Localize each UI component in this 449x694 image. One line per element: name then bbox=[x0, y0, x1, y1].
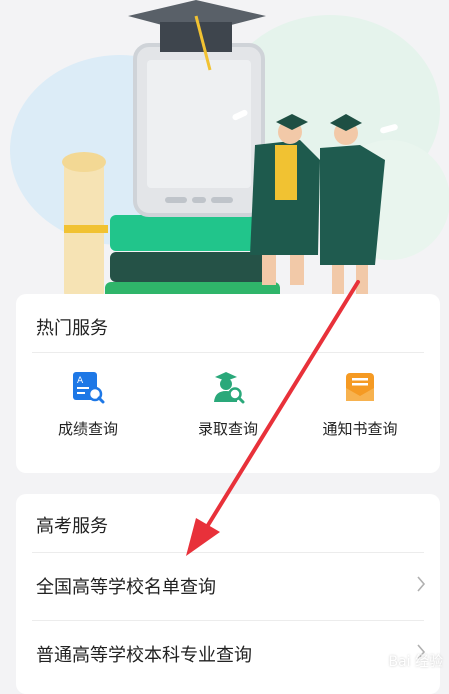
notice-letter-query-label: 通知书查询 bbox=[322, 420, 398, 438]
national-university-list-label: 全国高等学校名单查询 bbox=[36, 577, 216, 598]
admission-query-label: 录取查询 bbox=[197, 420, 258, 438]
undergraduate-major-label: 普通高等学校本科专业查询 bbox=[36, 645, 252, 666]
watermark: Bai 经验 bbox=[388, 654, 443, 670]
score-query-label: 成绩查询 bbox=[57, 420, 118, 438]
chevron-right-icon bbox=[417, 576, 426, 592]
admission-query-button[interactable]: 录取查询 bbox=[168, 370, 288, 439]
gaokao-services-card: 高考服务 全国高等学校名单查询 普通高等学校本科专业查询 bbox=[16, 494, 440, 694]
national-university-list-query-row[interactable]: 全国高等学校名单查询 bbox=[16, 553, 440, 619]
hot-services-card: 热门服务 A 成绩查询 录取查询 通知书查询 bbox=[16, 294, 440, 473]
admission-search-icon bbox=[214, 372, 245, 404]
divider bbox=[32, 352, 424, 353]
undergraduate-major-query-row[interactable]: 普通高等学校本科专业查询 bbox=[16, 621, 440, 687]
hot-services-title: 热门服务 bbox=[36, 318, 108, 339]
svg-text:A: A bbox=[77, 376, 84, 386]
score-query-button[interactable]: A 成绩查询 bbox=[28, 370, 148, 439]
notice-letter-icon bbox=[346, 373, 374, 401]
gaokao-services-title: 高考服务 bbox=[36, 516, 108, 537]
score-search-icon: A bbox=[73, 372, 105, 404]
graduation-hero-illustration bbox=[10, 0, 449, 300]
notice-letter-query-button[interactable]: 通知书查询 bbox=[300, 370, 420, 439]
